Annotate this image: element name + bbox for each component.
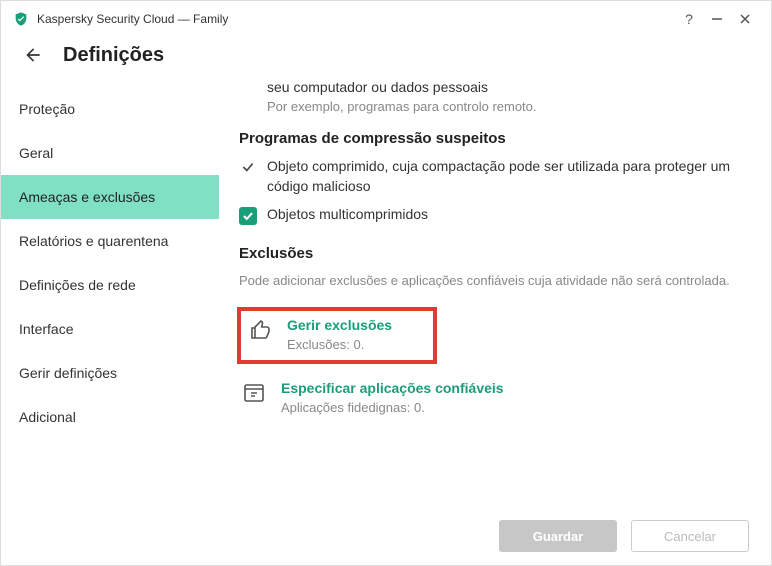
checkbox-checked-icon[interactable] bbox=[239, 207, 257, 225]
sidebar-item-gerir-definicoes[interactable]: Gerir definições bbox=[1, 351, 219, 395]
thumbs-up-icon bbox=[247, 317, 273, 343]
sidebar-item-interface[interactable]: Interface bbox=[1, 307, 219, 351]
exclusions-description: Pode adicionar exclusões e aplicações co… bbox=[239, 272, 747, 291]
cancel-button[interactable]: Cancelar bbox=[631, 520, 749, 552]
close-button[interactable] bbox=[731, 5, 759, 33]
compress-item-1: Objeto comprimido, cuja compactação pode… bbox=[267, 157, 747, 196]
sidebar-item-adicional[interactable]: Adicional bbox=[1, 395, 219, 439]
sidebar-item-protecao[interactable]: Proteção bbox=[1, 87, 219, 131]
compress-item-2: Objetos multicomprimidos bbox=[267, 206, 428, 222]
sidebar: Proteção Geral Ameaças e exclusões Relat… bbox=[1, 79, 219, 499]
content-top-line: seu computador ou dados pessoais bbox=[267, 79, 747, 95]
sidebar-item-rede[interactable]: Definições de rede bbox=[1, 263, 219, 307]
manage-exclusions-link[interactable]: Gerir exclusões bbox=[287, 317, 392, 333]
window-title: Kaspersky Security Cloud — Family bbox=[37, 12, 675, 26]
save-button[interactable]: Guardar bbox=[499, 520, 617, 552]
help-button[interactable]: ? bbox=[675, 5, 703, 33]
page-title: Definições bbox=[63, 44, 164, 67]
manage-exclusions-box[interactable]: Gerir exclusões Exclusões: 0. bbox=[239, 309, 435, 362]
trusted-apps-link[interactable]: Especificar aplicações confiáveis bbox=[281, 380, 504, 396]
trusted-apps-box[interactable]: Especificar aplicações confiáveis Aplica… bbox=[239, 374, 747, 421]
minimize-button[interactable] bbox=[703, 5, 731, 33]
app-shield-icon bbox=[13, 11, 29, 27]
app-window-icon bbox=[241, 380, 267, 406]
content-example-text: Por exemplo, programas para controlo rem… bbox=[267, 99, 747, 114]
sidebar-item-ameacas-exclusoes[interactable]: Ameaças e exclusões bbox=[1, 175, 219, 219]
check-icon[interactable] bbox=[239, 158, 257, 176]
section-compress-heading: Programas de compressão suspeitos bbox=[239, 130, 747, 147]
manage-exclusions-sub: Exclusões: 0. bbox=[287, 337, 392, 352]
sidebar-item-relatorios[interactable]: Relatórios e quarentena bbox=[1, 219, 219, 263]
trusted-apps-sub: Aplicações fidedignas: 0. bbox=[281, 400, 504, 415]
back-button[interactable] bbox=[21, 43, 45, 67]
sidebar-item-geral[interactable]: Geral bbox=[1, 131, 219, 175]
section-exclusions-heading: Exclusões bbox=[239, 245, 747, 262]
